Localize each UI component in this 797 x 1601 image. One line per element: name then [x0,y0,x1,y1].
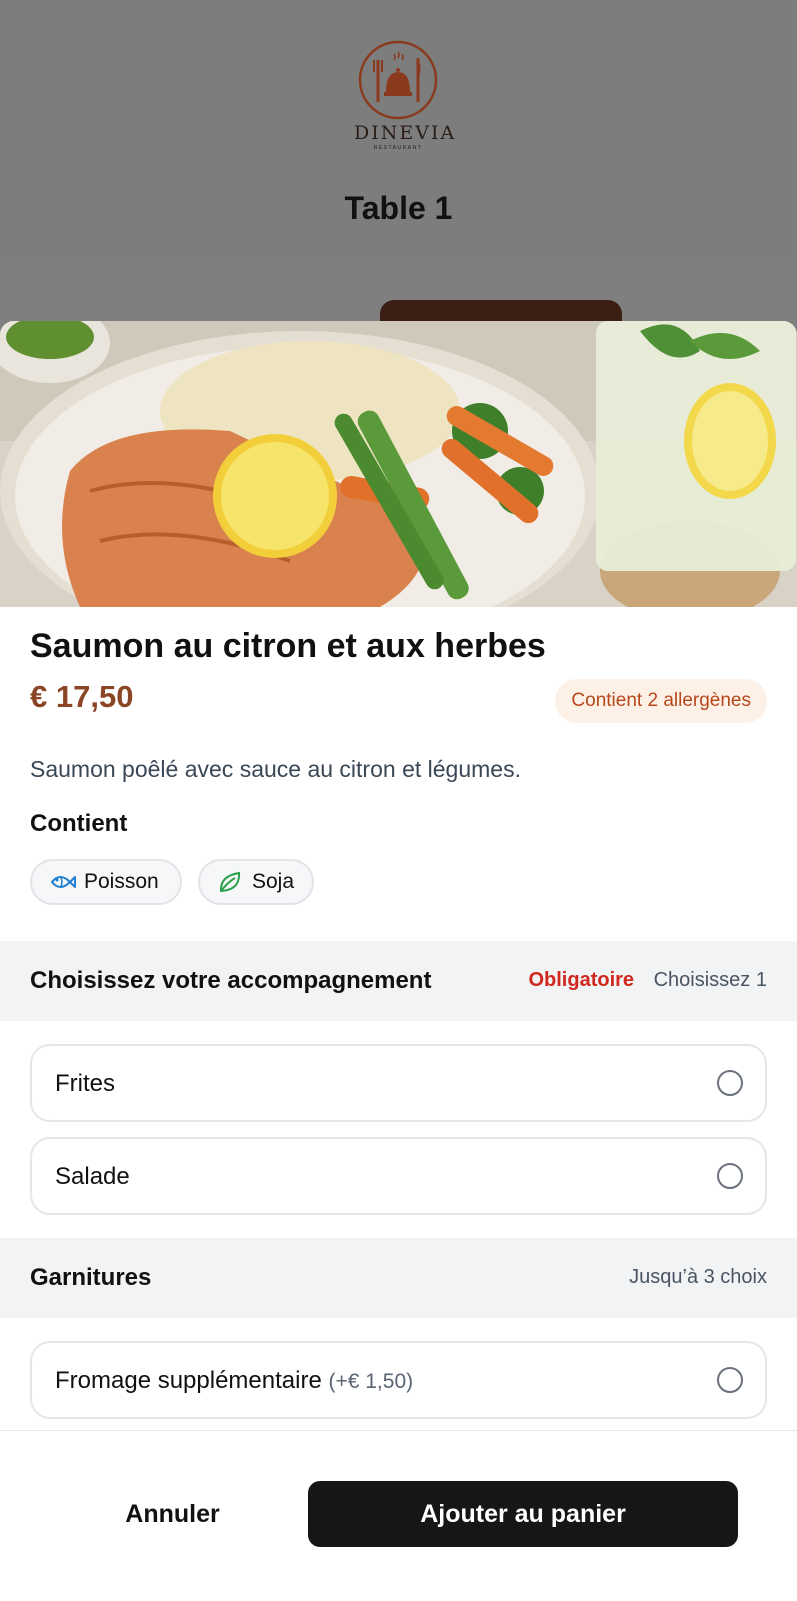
allergen-chip-fish: Poisson [30,859,182,905]
toppings-hint: Jusqu’à 3 choix [629,1266,767,1288]
allergen-chip-label: Soja [252,870,295,893]
item-detail-sheet: Saumon au citron et aux herbes € 17,50 C… [0,321,797,1600]
option-label: Frites [55,1070,115,1097]
side-option-fries[interactable]: Frites [30,1044,767,1122]
allergen-chip-label: Poisson [84,870,159,893]
allergen-chip-soy: Soja [198,859,314,905]
table-title: Table 1 [344,190,453,226]
side-section-title: Choisissez votre accompagnement [30,967,432,994]
add-to-cart-button[interactable]: Ajouter au panier [308,1481,738,1547]
option-label: Salade [55,1163,130,1190]
action-footer: Annuler Ajouter au panier [0,1430,797,1601]
logo-name: DINEVIA [354,122,457,144]
radio-button[interactable] [717,1163,743,1189]
cancel-button[interactable]: Annuler [60,1481,285,1547]
topping-option-extra-cheese[interactable]: Fromage supplémentaire (+€ 1,50) [30,1341,767,1419]
logo-sub: RESTAURANT [373,145,423,151]
option-label: Fromage supplémentaire (+€ 1,50) [55,1367,413,1395]
background-header: DINEVIA RESTAURANT Table 1 [0,0,797,263]
item-title: Saumon au citron et aux herbes [30,627,546,665]
restaurant-logo: DINEVIA RESTAURANT [354,40,457,160]
allergen-count-badge: Contient 2 allergènes [555,679,767,723]
contains-label: Contient [30,810,128,837]
side-section-meta: Obligatoire Choisissez 1 [528,969,767,992]
fish-icon [48,868,76,896]
dish-photo [0,321,797,607]
side-option-salad[interactable]: Salade [30,1137,767,1215]
side-section-header: Choisissez votre accompagnement Obligato… [0,941,797,1021]
radio-button[interactable] [717,1367,743,1393]
option-name: Fromage supplémentaire [55,1367,322,1394]
option-price-extra: (+€ 1,50) [328,1370,414,1393]
toppings-section-title: Garnitures [30,1264,152,1291]
radio-button[interactable] [717,1070,743,1096]
required-badge: Obligatoire [528,969,635,991]
choose-hint: Choisissez 1 [653,969,767,991]
item-description: Saumon poêlé avec sauce au citron et lég… [30,756,521,782]
cloche-icon [358,40,438,120]
toppings-section-header: Garnitures Jusqu’à 3 choix [0,1238,797,1318]
item-price: € 17,50 [30,679,134,714]
leaf-icon [216,868,244,896]
